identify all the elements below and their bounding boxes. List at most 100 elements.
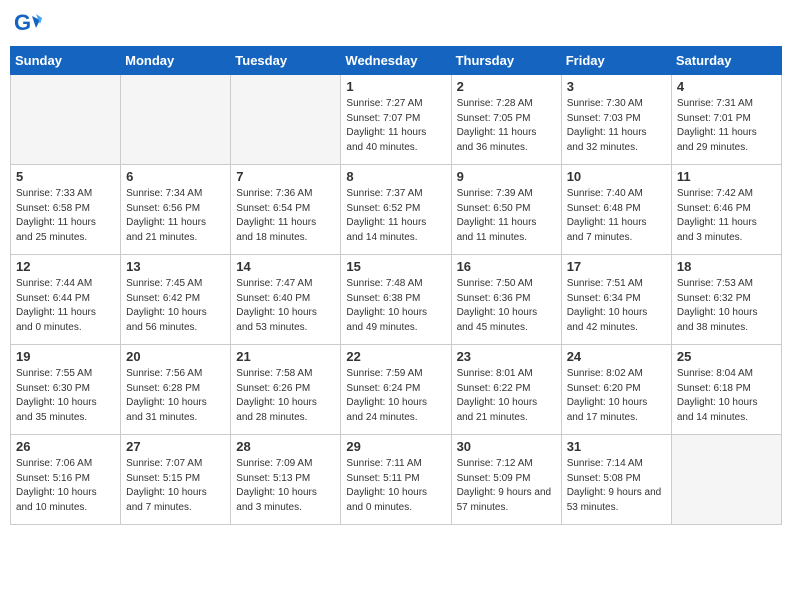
calendar-cell: 31 Sunrise: 7:14 AM Sunset: 5:08 PM Dayli… [561,435,671,525]
calendar-cell: 23 Sunrise: 8:01 AM Sunset: 6:22 PM Dayli… [451,345,561,435]
day-info: Sunrise: 7:58 AM Sunset: 6:26 PM Dayligh… [236,367,335,425]
calendar-cell: 16 Sunrise: 7:50 AM Sunset: 6:36 PM Dayli… [451,255,561,345]
calendar-week-row: 1Sunrise: 7:27 AM Sunset: 7:07 PM Daylig… [11,75,782,165]
calendar-cell: 17Sunrise: 7:51 AM Sunset: 6:34 PM Dayli… [561,255,671,345]
calendar-cell: 22Sunrise: 7:59 AM Sunset: 6:24 PM Dayli… [341,345,451,435]
day-number: 21 [236,349,335,364]
weekday-header: Wednesday [341,47,451,75]
calendar-cell: 3Sunrise: 7:30 AM Sunset: 7:03 PM Daylig… [561,75,671,165]
calendar-cell: 6 Sunrise: 7:34 AM Sunset: 6:56 PM Daylig… [121,165,231,255]
calendar-cell: 18 Sunrise: 7:53 AM Sunset: 6:32 PM Dayli… [671,255,781,345]
day-number: 19 [16,349,115,364]
day-number: 7 [236,169,335,184]
calendar-cell: 5Sunrise: 7:33 AM Sunset: 6:58 PM Daylig… [11,165,121,255]
day-number: 25 [677,349,776,364]
day-number: 20 [126,349,225,364]
day-info: Sunrise: 7:48 AM Sunset: 6:38 PM Dayligh… [346,277,445,335]
weekday-header: Sunday [11,47,121,75]
day-info: Sunrise: 7:31 AM Sunset: 7:01 PM Dayligh… [677,97,776,155]
calendar-cell: 15Sunrise: 7:48 AM Sunset: 6:38 PM Dayli… [341,255,451,345]
calendar-table: SundayMondayTuesdayWednesdayThursdayFrid… [10,46,782,525]
day-number: 24 [567,349,666,364]
day-info: Sunrise: 7:06 AM Sunset: 5:16 PM Dayligh… [16,457,115,515]
day-number: 10 [567,169,666,184]
day-number: 17 [567,259,666,274]
calendar-cell: 7 Sunrise: 7:36 AM Sunset: 6:54 PM Daylig… [231,165,341,255]
calendar-cell: 14Sunrise: 7:47 AM Sunset: 6:40 PM Dayli… [231,255,341,345]
calendar-cell: 24 Sunrise: 8:02 AM Sunset: 6:20 PM Dayli… [561,345,671,435]
day-info: Sunrise: 7:56 AM Sunset: 6:28 PM Dayligh… [126,367,225,425]
weekday-header: Tuesday [231,47,341,75]
day-number: 13 [126,259,225,274]
day-number: 22 [346,349,445,364]
calendar-cell: 11Sunrise: 7:42 AM Sunset: 6:46 PM Dayli… [671,165,781,255]
day-number: 11 [677,169,776,184]
day-info: Sunrise: 7:53 AM Sunset: 6:32 PM Dayligh… [677,277,776,335]
day-info: Sunrise: 7:45 AM Sunset: 6:42 PM Dayligh… [126,277,225,335]
day-info: Sunrise: 7:11 AM Sunset: 5:11 PM Dayligh… [346,457,445,515]
calendar-week-row: 12Sunrise: 7:44 AM Sunset: 6:44 PM Dayli… [11,255,782,345]
day-number: 8 [346,169,445,184]
calendar-cell: 10 Sunrise: 7:40 AM Sunset: 6:48 PM Dayli… [561,165,671,255]
calendar-cell [121,75,231,165]
page-header: G [10,10,782,38]
logo-icon: G [14,10,42,38]
day-number: 28 [236,439,335,454]
day-info: Sunrise: 7:36 AM Sunset: 6:54 PM Dayligh… [236,187,335,245]
weekday-header: Friday [561,47,671,75]
day-info: Sunrise: 7:28 AM Sunset: 7:05 PM Dayligh… [457,97,556,155]
logo: G [14,10,46,38]
day-number: 18 [677,259,776,274]
day-number: 26 [16,439,115,454]
calendar-week-row: 5Sunrise: 7:33 AM Sunset: 6:58 PM Daylig… [11,165,782,255]
calendar-cell [11,75,121,165]
weekday-header: Monday [121,47,231,75]
calendar-header: SundayMondayTuesdayWednesdayThursdayFrid… [11,47,782,75]
calendar-cell: 1Sunrise: 7:27 AM Sunset: 7:07 PM Daylig… [341,75,451,165]
day-info: Sunrise: 8:04 AM Sunset: 6:18 PM Dayligh… [677,367,776,425]
day-number: 31 [567,439,666,454]
day-number: 30 [457,439,556,454]
calendar-cell: 13 Sunrise: 7:45 AM Sunset: 6:42 PM Dayli… [121,255,231,345]
calendar-cell [231,75,341,165]
day-info: Sunrise: 7:40 AM Sunset: 6:48 PM Dayligh… [567,187,666,245]
day-info: Sunrise: 7:12 AM Sunset: 5:09 PM Dayligh… [457,457,556,515]
calendar-cell: 26 Sunrise: 7:06 AM Sunset: 5:16 PM Dayli… [11,435,121,525]
calendar-cell: 28 Sunrise: 7:09 AM Sunset: 5:13 PM Dayli… [231,435,341,525]
calendar-cell: 19 Sunrise: 7:55 AM Sunset: 6:30 PM Dayli… [11,345,121,435]
day-number: 4 [677,79,776,94]
day-info: Sunrise: 7:33 AM Sunset: 6:58 PM Dayligh… [16,187,115,245]
day-number: 14 [236,259,335,274]
day-number: 29 [346,439,445,454]
calendar-cell: 4 Sunrise: 7:31 AM Sunset: 7:01 PM Daylig… [671,75,781,165]
day-info: Sunrise: 7:34 AM Sunset: 6:56 PM Dayligh… [126,187,225,245]
day-number: 16 [457,259,556,274]
day-info: Sunrise: 7:27 AM Sunset: 7:07 PM Dayligh… [346,97,445,155]
day-number: 23 [457,349,556,364]
calendar-cell: 2Sunrise: 7:28 AM Sunset: 7:05 PM Daylig… [451,75,561,165]
calendar-cell: 29 Sunrise: 7:11 AM Sunset: 5:11 PM Dayli… [341,435,451,525]
day-info: Sunrise: 7:14 AM Sunset: 5:08 PM Dayligh… [567,457,666,515]
day-info: Sunrise: 7:44 AM Sunset: 6:44 PM Dayligh… [16,277,115,335]
day-info: Sunrise: 7:50 AM Sunset: 6:36 PM Dayligh… [457,277,556,335]
calendar-cell: 9Sunrise: 7:39 AM Sunset: 6:50 PM Daylig… [451,165,561,255]
calendar-cell: 8 Sunrise: 7:37 AM Sunset: 6:52 PM Daylig… [341,165,451,255]
svg-text:G: G [14,10,31,35]
day-info: Sunrise: 7:09 AM Sunset: 5:13 PM Dayligh… [236,457,335,515]
day-info: Sunrise: 7:07 AM Sunset: 5:15 PM Dayligh… [126,457,225,515]
weekday-header: Saturday [671,47,781,75]
day-info: Sunrise: 7:55 AM Sunset: 6:30 PM Dayligh… [16,367,115,425]
day-info: Sunrise: 7:37 AM Sunset: 6:52 PM Dayligh… [346,187,445,245]
day-info: Sunrise: 7:30 AM Sunset: 7:03 PM Dayligh… [567,97,666,155]
calendar-week-row: 26 Sunrise: 7:06 AM Sunset: 5:16 PM Dayli… [11,435,782,525]
calendar-cell: 21 Sunrise: 7:58 AM Sunset: 6:26 PM Dayli… [231,345,341,435]
day-info: Sunrise: 8:01 AM Sunset: 6:22 PM Dayligh… [457,367,556,425]
day-number: 6 [126,169,225,184]
calendar-cell: 12Sunrise: 7:44 AM Sunset: 6:44 PM Dayli… [11,255,121,345]
calendar-cell: 30 Sunrise: 7:12 AM Sunset: 5:09 PM Dayli… [451,435,561,525]
day-info: Sunrise: 8:02 AM Sunset: 6:20 PM Dayligh… [567,367,666,425]
calendar-cell [671,435,781,525]
day-number: 9 [457,169,556,184]
weekday-header: Thursday [451,47,561,75]
day-number: 27 [126,439,225,454]
